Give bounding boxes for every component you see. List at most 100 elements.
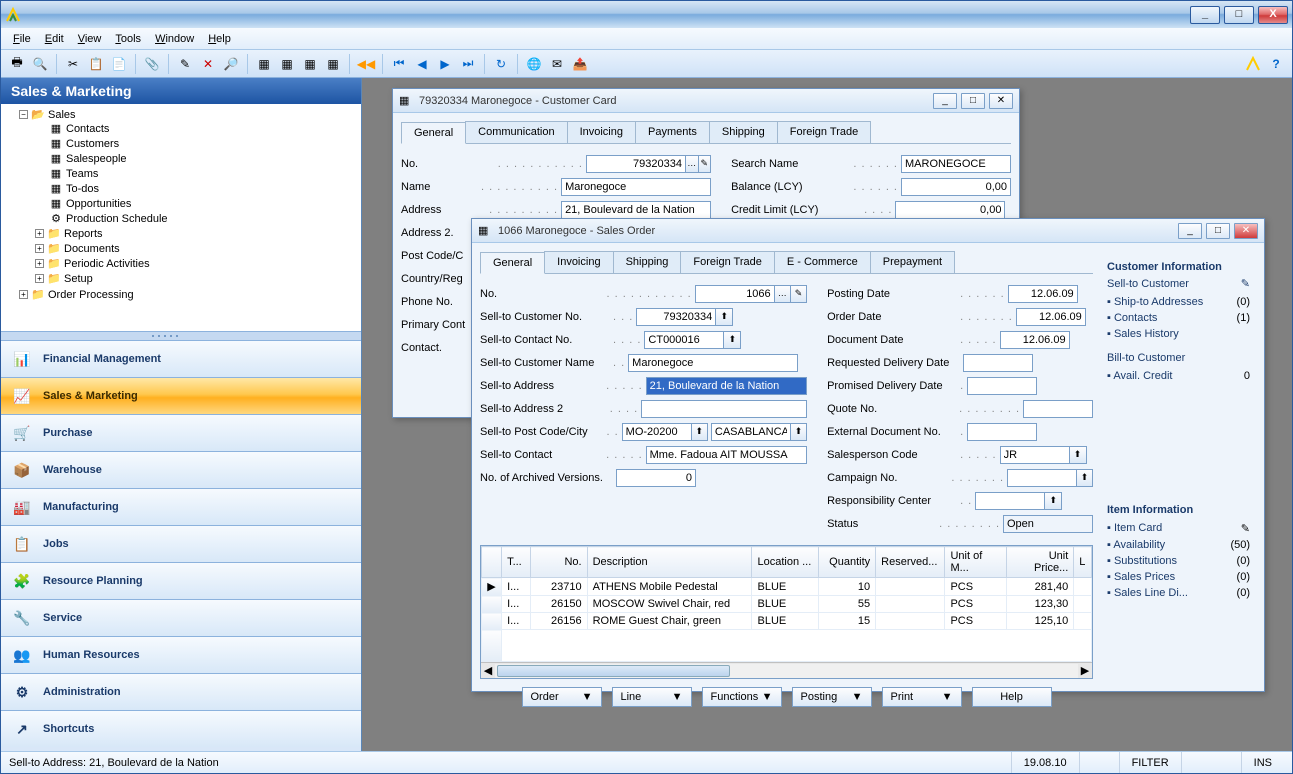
col-description[interactable]: Description: [587, 547, 752, 578]
cc-no-input[interactable]: [586, 155, 686, 173]
so-no-input[interactable]: [695, 285, 775, 303]
line-button[interactable]: Line▼: [612, 687, 692, 707]
mail-icon[interactable]: ✉: [547, 54, 567, 74]
functions-button[interactable]: Functions▼: [702, 687, 782, 707]
print-button[interactable]: Print▼: [882, 687, 962, 707]
so-contno-lookup[interactable]: ⬆: [723, 331, 741, 349]
so-campaign-lookup[interactable]: ⬆: [1076, 469, 1093, 487]
module-warehouse[interactable]: 📦Warehouse: [1, 451, 361, 488]
module-sales-marketing[interactable]: 📈Sales & Marketing: [1, 377, 361, 414]
list3-icon[interactable]: ▦: [300, 54, 320, 74]
list4-icon[interactable]: ▦: [323, 54, 343, 74]
so-extdoc-input[interactable]: [967, 423, 1037, 441]
paste-icon[interactable]: 📄: [109, 54, 129, 74]
sales-order-titlebar[interactable]: ▦ 1066 Maronegoce - Sales Order _ □ ✕: [472, 219, 1264, 243]
link-icon[interactable]: 🌐: [524, 54, 544, 74]
maximize-button[interactable]: □: [1224, 6, 1254, 24]
col-reserved[interactable]: Reserved...: [876, 547, 945, 578]
tree-production-schedule[interactable]: ⚙Production Schedule: [33, 212, 361, 225]
col-uom[interactable]: Unit of M...: [945, 547, 1007, 578]
cc-balance-input[interactable]: [901, 178, 1011, 196]
list-icon[interactable]: ▦: [254, 54, 274, 74]
link-substitutions[interactable]: ▪ Substitutions(0): [1107, 553, 1250, 569]
so-tab-foreign-trade[interactable]: Foreign Trade: [680, 251, 774, 273]
attach-icon[interactable]: 📎: [142, 54, 162, 74]
so-tab-general[interactable]: General: [480, 252, 545, 274]
tree-setup[interactable]: +📁Setup: [33, 272, 361, 285]
cc-tab-invoicing[interactable]: Invoicing: [567, 121, 636, 143]
so-contno-input[interactable]: [644, 331, 724, 349]
cc-no-edit[interactable]: ✎: [698, 155, 712, 173]
cc-maximize-button[interactable]: □: [961, 93, 985, 109]
table-row[interactable]: ▶I...23710ATHENS Mobile PedestalBLUE10PC…: [482, 578, 1092, 596]
menu-tools[interactable]: Tools: [109, 31, 147, 47]
module-financial-management[interactable]: 📊Financial Management: [1, 340, 361, 377]
so-campaign-input[interactable]: [1007, 469, 1077, 487]
tree-periodic-activities[interactable]: +📁Periodic Activities: [33, 257, 361, 270]
module-manufacturing[interactable]: 🏭Manufacturing: [1, 488, 361, 525]
so-salesperson-input[interactable]: [1000, 446, 1070, 464]
link-saleshistory[interactable]: ▪ Sales History: [1107, 326, 1250, 342]
so-resp-lookup[interactable]: ⬆: [1044, 492, 1062, 510]
delete-icon[interactable]: ✕: [198, 54, 218, 74]
col-type[interactable]: T...: [502, 547, 531, 578]
link-contacts[interactable]: ▪ Contacts(1): [1107, 310, 1250, 326]
so-reqdate-input[interactable]: [963, 354, 1033, 372]
so-archived-input[interactable]: [616, 469, 696, 487]
nav-splitter[interactable]: [1, 332, 361, 340]
menu-view[interactable]: View: [72, 31, 108, 47]
so-tab-invoicing[interactable]: Invoicing: [544, 251, 613, 273]
edit-customer-icon[interactable]: ✎: [1241, 277, 1250, 290]
nav-last-icon[interactable]: ⏭: [458, 54, 478, 74]
module-purchase[interactable]: 🛒Purchase: [1, 414, 361, 451]
table-row[interactable]: I...26156ROME Guest Chair, greenBLUE15PC…: [482, 613, 1092, 630]
module-shortcuts[interactable]: ↗Shortcuts: [1, 710, 361, 747]
tree-todos[interactable]: ▦To-dos: [33, 182, 361, 195]
tree-reports[interactable]: +📁Reports: [33, 227, 361, 240]
so-maximize-button[interactable]: □: [1206, 223, 1230, 239]
so-minimize-button[interactable]: _: [1178, 223, 1202, 239]
help-button[interactable]: Help: [972, 687, 1052, 707]
link-availability[interactable]: ▪ Availability(50): [1107, 537, 1250, 553]
tree-order-processing[interactable]: +📁Order Processing: [17, 288, 361, 301]
so-resp-input[interactable]: [975, 492, 1045, 510]
table-row[interactable]: I...26150MOSCOW Swivel Chair, redBLUE55P…: [482, 596, 1092, 613]
nav-prev2-icon[interactable]: ⏮: [389, 54, 409, 74]
col-price[interactable]: Unit Price...: [1007, 547, 1074, 578]
tree-documents[interactable]: +📁Documents: [33, 242, 361, 255]
menu-file[interactable]: File: [7, 31, 37, 47]
col-no[interactable]: No.: [530, 547, 587, 578]
module-resource-planning[interactable]: 🧩Resource Planning: [1, 562, 361, 599]
cc-tab-payments[interactable]: Payments: [635, 121, 710, 143]
cc-address-input[interactable]: [561, 201, 711, 219]
so-tab-shipping[interactable]: Shipping: [613, 251, 682, 273]
posting-button[interactable]: Posting▼: [792, 687, 872, 707]
customer-card-titlebar[interactable]: ▦ 79320334 Maronegoce - Customer Card _ …: [393, 89, 1019, 113]
so-custname-input[interactable]: [628, 354, 798, 372]
menu-help[interactable]: Help: [202, 31, 237, 47]
col-quantity[interactable]: Quantity: [819, 547, 876, 578]
so-addr-input[interactable]: [646, 377, 807, 395]
so-no-lookup[interactable]: …: [774, 285, 791, 303]
close-button[interactable]: X: [1258, 6, 1288, 24]
module-jobs[interactable]: 📋Jobs: [1, 525, 361, 562]
edit-icon[interactable]: ✎: [175, 54, 195, 74]
cc-no-lookup[interactable]: …: [685, 155, 699, 173]
find-icon[interactable]: 🔎: [221, 54, 241, 74]
tree-salespeople[interactable]: ▦Salespeople: [33, 152, 361, 165]
so-addr2-input[interactable]: [641, 400, 807, 418]
nav-first-icon[interactable]: ◀◀: [356, 54, 376, 74]
col-l[interactable]: L: [1074, 547, 1092, 578]
link-salesprices[interactable]: ▪ Sales Prices(0): [1107, 569, 1250, 585]
link-shipto[interactable]: ▪ Ship-to Addresses(0): [1107, 294, 1250, 310]
cc-search-input[interactable]: [901, 155, 1011, 173]
tree-teams[interactable]: ▦Teams: [33, 167, 361, 180]
so-no-edit[interactable]: ✎: [790, 285, 807, 303]
preview-icon[interactable]: 🔍: [30, 54, 50, 74]
tree-customers[interactable]: ▦Customers: [33, 137, 361, 150]
cut-icon[interactable]: ✂: [63, 54, 83, 74]
print-icon[interactable]: 🖶: [7, 54, 27, 74]
so-order-date-input[interactable]: [1016, 308, 1086, 326]
cc-tab-communication[interactable]: Communication: [465, 121, 567, 143]
tree-opportunities[interactable]: ▦Opportunities: [33, 197, 361, 210]
